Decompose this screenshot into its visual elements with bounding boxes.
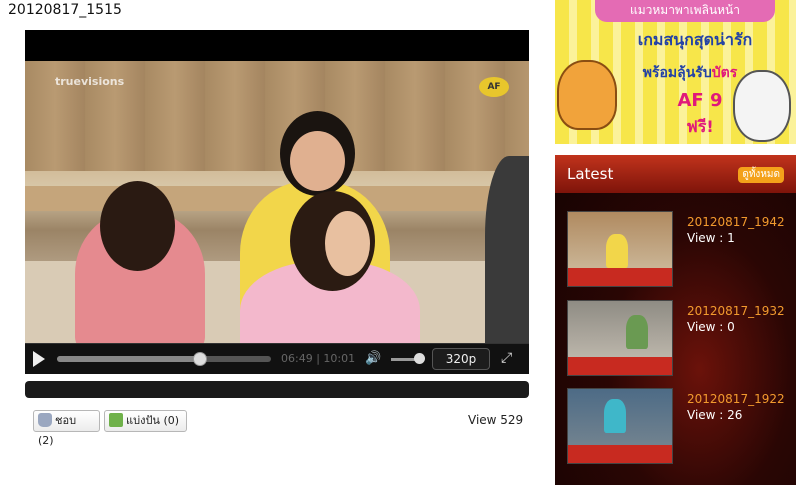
latest-title: Latest (567, 165, 614, 183)
see-all-button[interactable]: ดูทั้งหมด (738, 167, 784, 183)
latest-header: Latest ดูทั้งหมด (555, 155, 796, 193)
truevisions-watermark: truevisions (55, 75, 125, 88)
thumbnail-figure (606, 234, 628, 268)
latest-item[interactable]: 20120817_1922 View : 26 (567, 388, 792, 464)
player-controls: 06:49 | 10:01 🔊 320p ⤢ (25, 343, 529, 374)
seek-bar[interactable] (57, 352, 271, 366)
latest-item-views: View : 0 (687, 320, 735, 334)
ad-subline: พร้อมลุ้นรับบัตร (595, 62, 785, 84)
thumbnail-figure (626, 315, 648, 349)
latest-item-title[interactable]: 20120817_1922 (687, 392, 785, 406)
video-player[interactable]: truevisions AF 06:49 | 10:01 🔊 320p ⤢ (25, 30, 529, 374)
video-frame[interactable]: truevisions AF (25, 61, 529, 343)
channel-logo: AF (479, 77, 509, 97)
ad-subline-a: พร้อมลุ้นรับ (642, 65, 712, 81)
fullscreen-icon[interactable]: ⤢ (501, 350, 517, 366)
thumbnail-figure (604, 399, 626, 433)
ad-top-text: แมวหมาพาเพลินหน้า (595, 0, 775, 22)
share-button[interactable]: แบ่งปัน (0) (104, 410, 187, 432)
video-person-face (325, 211, 370, 276)
latest-item-title[interactable]: 20120817_1932 (687, 304, 785, 318)
quality-button[interactable]: 320p (432, 348, 490, 370)
latest-item-views: View : 26 (687, 408, 743, 422)
thumbnail-caption-band (568, 357, 672, 375)
seek-handle[interactable] (193, 352, 208, 366)
ad-free-label: ฟรี! (686, 117, 714, 136)
video-person-head (100, 181, 175, 271)
thumbs-up-icon (38, 413, 52, 427)
page-title: 20120817_1515 (8, 2, 122, 18)
ad-show-name: AF 9 (677, 90, 723, 111)
latest-panel: Latest ดูทั้งหมด 20120817_1942 View : 1 … (555, 155, 796, 485)
seek-bar-fill (57, 356, 201, 362)
latest-item[interactable]: 20120817_1932 View : 0 (567, 300, 792, 376)
ad-subline-b: บัตร (711, 65, 738, 81)
play-icon[interactable] (33, 351, 45, 367)
video-thumbnail[interactable] (567, 300, 673, 376)
latest-item-views: View : 1 (687, 231, 735, 245)
ad-headline: เกมสนุกสุดน่ารัก (637, 30, 753, 49)
share-icon (109, 413, 123, 427)
volume-icon[interactable]: 🔊 (365, 352, 381, 366)
video-thumbnail[interactable] (567, 211, 673, 287)
latest-item[interactable]: 20120817_1942 View : 1 (567, 211, 792, 287)
like-button[interactable]: ชอบ (2) (33, 410, 100, 447)
video-person (485, 156, 529, 343)
video-thumbnail[interactable] (567, 388, 673, 464)
time-display: 06:49 | 10:01 (281, 352, 356, 365)
view-count: View 529 (468, 413, 524, 427)
thumbnail-caption-band (568, 445, 672, 463)
volume-handle[interactable] (414, 353, 425, 364)
player-info-bar (25, 381, 529, 398)
video-person-face (290, 131, 345, 191)
latest-item-title[interactable]: 20120817_1942 (687, 215, 785, 229)
advertisement-banner[interactable]: แมวหมาพาเพลินหน้า เกมสนุกสุดน่ารัก พร้อม… (555, 0, 796, 144)
share-button-label: แบ่งปัน (0) (126, 414, 180, 427)
thumbnail-caption-band (568, 268, 672, 286)
